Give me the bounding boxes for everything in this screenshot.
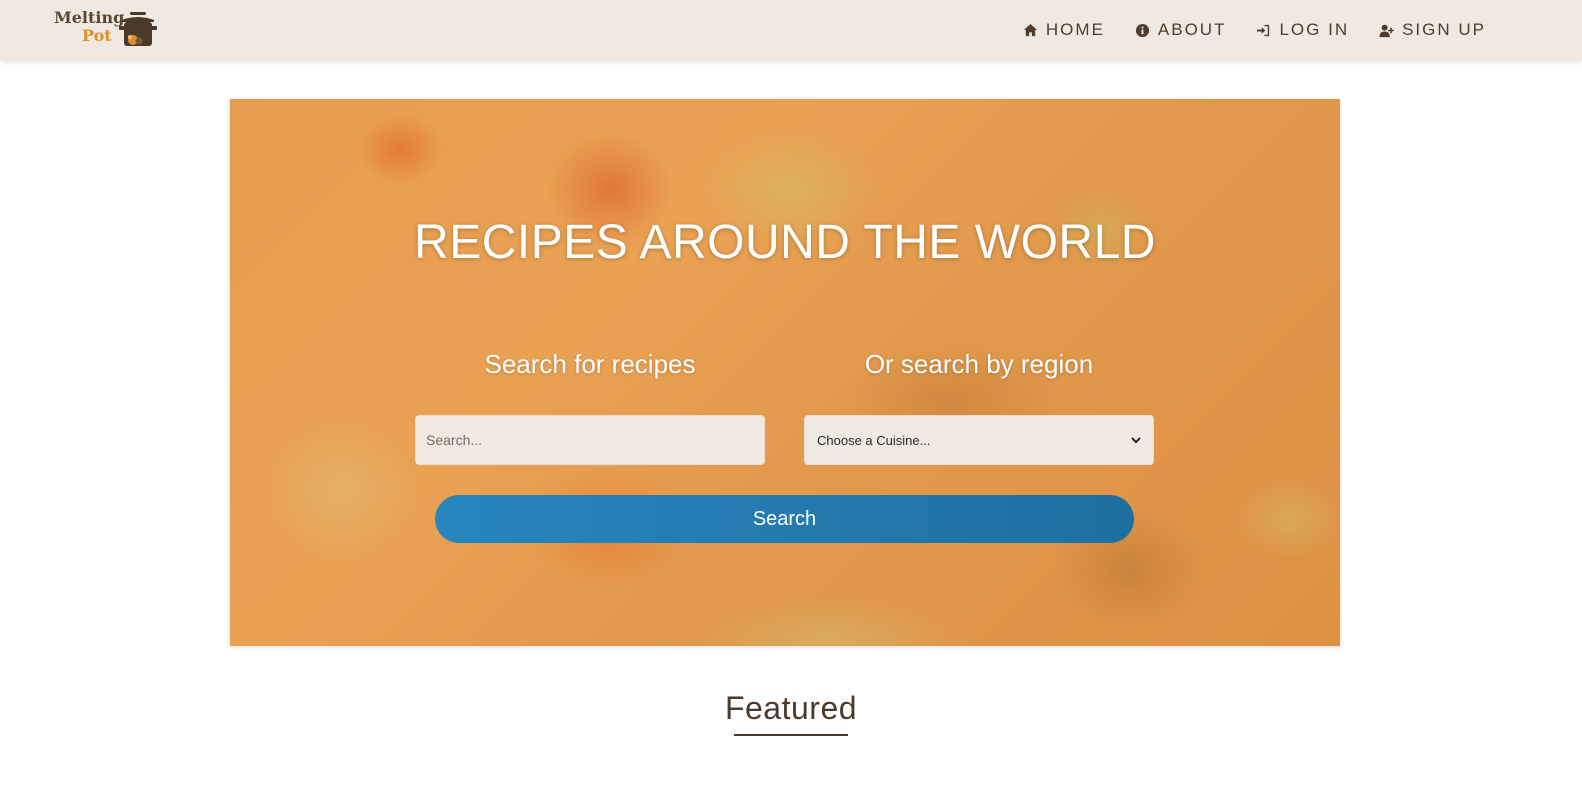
nav-about[interactable]: ABOUT <box>1135 20 1227 40</box>
nav-login-label: LOG IN <box>1279 20 1350 39</box>
featured-title: Featured <box>724 690 858 726</box>
cuisine-select[interactable]: Choose a Cuisine... <box>804 415 1154 465</box>
featured-underline <box>734 734 848 736</box>
search-input[interactable] <box>415 415 765 465</box>
pot-icon <box>119 12 157 46</box>
search-button[interactable]: Search <box>435 495 1134 543</box>
home-icon <box>1023 23 1037 36</box>
hero-title: RECIPES AROUND THE WORLD <box>414 216 1156 269</box>
chevron-down-icon <box>1131 437 1141 444</box>
search-label: Search for recipes <box>484 349 696 379</box>
nav-signup-label: SIGN UP <box>1402 20 1486 39</box>
region-label: Or search by region <box>864 349 1094 379</box>
brand-name-line1: Melting <box>54 8 125 27</box>
login-icon <box>1257 24 1270 36</box>
user-plus-icon <box>1379 24 1394 37</box>
nav-login[interactable]: LOG IN <box>1256 20 1349 40</box>
hero-overlay <box>230 99 1340 646</box>
nav-signup[interactable]: SIGN UP <box>1379 20 1486 40</box>
brand-logo[interactable]: Melting Pot <box>54 8 164 52</box>
nav-home-label: HOME <box>1045 20 1105 39</box>
hero-banner: RECIPES AROUND THE WORLD Search for reci… <box>230 99 1340 646</box>
featured-section: Featured <box>0 690 1582 736</box>
cuisine-select-value: Choose a Cuisine... <box>817 432 931 448</box>
nav-home[interactable]: HOME <box>1023 20 1105 40</box>
brand-name: Melting Pot <box>54 10 124 44</box>
nav-about-label: ABOUT <box>1157 20 1227 39</box>
navbar: Melting Pot HOME ABOUT LOG IN SIGN UP <box>0 0 1582 60</box>
nav-menu: HOME ABOUT LOG IN SIGN UP <box>1023 0 1486 60</box>
info-icon <box>1135 23 1149 37</box>
